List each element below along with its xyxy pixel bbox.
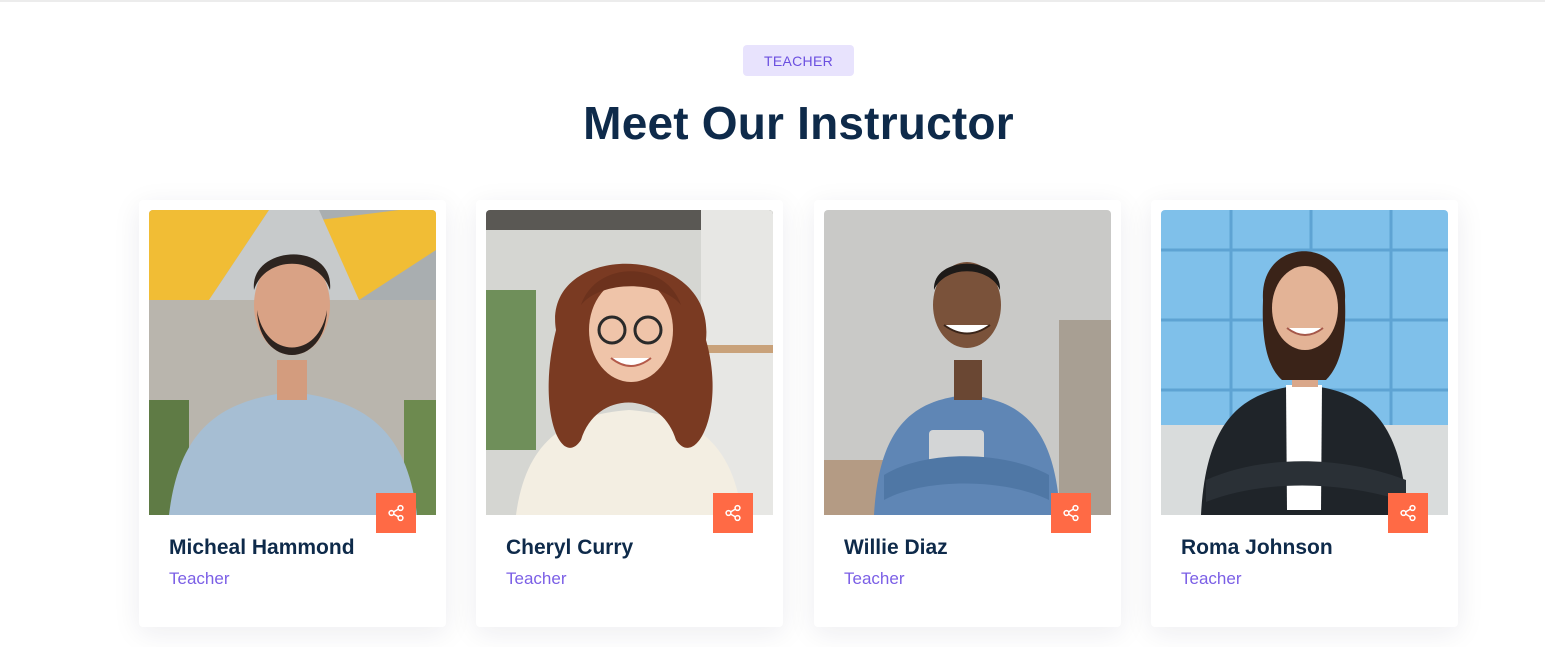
share-button[interactable] xyxy=(713,493,753,533)
share-icon xyxy=(725,504,741,522)
instructor-photo xyxy=(1161,210,1448,515)
instructor-card[interactable]: Roma Johnson Teacher xyxy=(1151,200,1458,627)
section-badge: TEACHER xyxy=(743,45,854,76)
instructor-photo xyxy=(824,210,1111,515)
instructor-card[interactable]: Micheal Hammond Teacher xyxy=(139,200,446,627)
instructor-name[interactable]: Willie Diaz xyxy=(844,536,948,560)
instructor-photo xyxy=(486,210,773,515)
instructor-card[interactable]: Willie Diaz Teacher xyxy=(814,200,1121,627)
instructor-name[interactable]: Cheryl Curry xyxy=(506,536,633,560)
share-button[interactable] xyxy=(1388,493,1428,533)
instructor-role: Teacher xyxy=(506,569,567,588)
share-icon xyxy=(1063,504,1079,522)
share-button[interactable] xyxy=(376,493,416,533)
share-button[interactable] xyxy=(1051,493,1091,533)
instructor-role: Teacher xyxy=(169,569,230,588)
top-divider xyxy=(0,0,1545,2)
share-icon xyxy=(388,504,404,522)
instructor-name[interactable]: Micheal Hammond xyxy=(169,536,355,560)
section-title: Meet Our Instructor xyxy=(583,97,1014,149)
instructor-role: Teacher xyxy=(1181,569,1242,588)
instructor-name[interactable]: Roma Johnson xyxy=(1181,536,1333,560)
instructor-photo xyxy=(149,210,436,515)
share-icon xyxy=(1400,504,1416,522)
instructor-role: Teacher xyxy=(844,569,905,588)
instructor-card[interactable]: Cheryl Curry Teacher xyxy=(476,200,783,627)
